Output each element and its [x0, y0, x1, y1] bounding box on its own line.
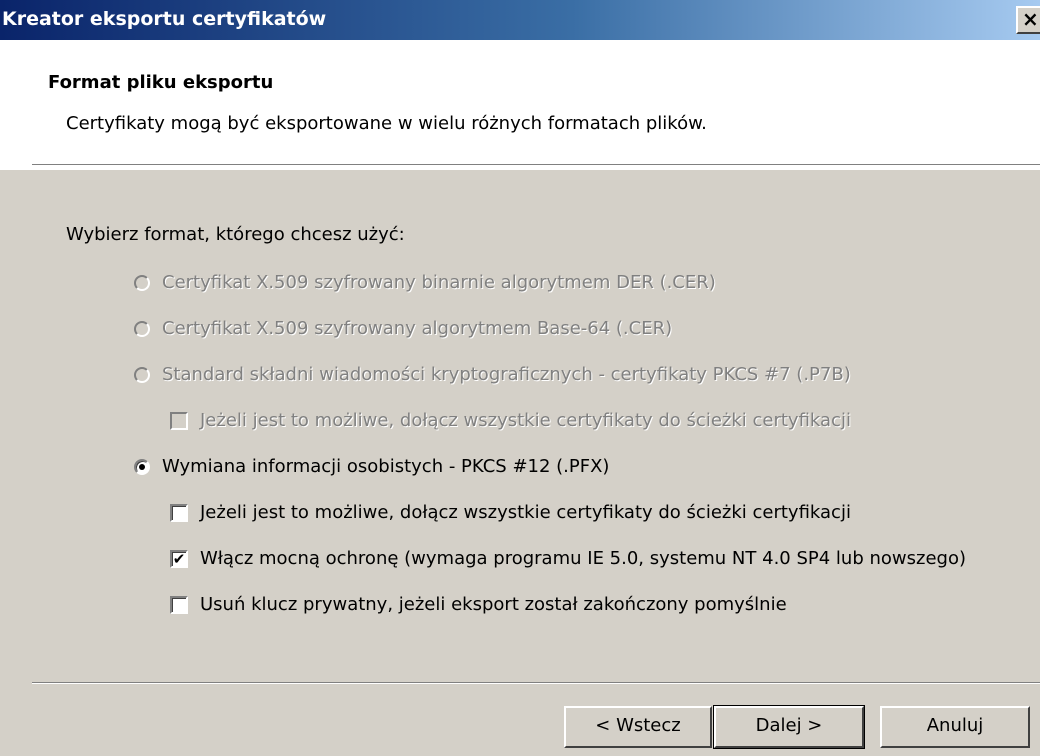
radio-pkcs12-label: Wymiana informacji osobistych - PKCS #12…	[162, 456, 610, 477]
checkbox-pfx-include-chain[interactable]: Jeżeli jest to możliwe, dołącz wszystkie…	[170, 502, 851, 523]
checkbox-checked-icon: ✔	[170, 549, 188, 568]
radio-der[interactable]: Certyfikat X.509 szyfrowany binarnie alg…	[134, 272, 716, 293]
radio-button-selected-icon	[134, 458, 150, 475]
checkbox-pkcs7-include-chain-label: Jeżeli jest to możliwe, dołącz wszystkie…	[200, 410, 851, 431]
page-title: Format pliku eksportu	[48, 72, 274, 93]
footer-divider	[32, 682, 1040, 684]
back-button[interactable]: < Wstecz	[564, 706, 712, 748]
radio-base64-label: Certyfikat X.509 szyfrowany algorytmem B…	[162, 318, 673, 339]
radio-base64[interactable]: Certyfikat X.509 szyfrowany algorytmem B…	[134, 318, 672, 339]
checkbox-icon	[170, 595, 188, 614]
checkbox-strong-protection[interactable]: ✔ Włącz mocną ochronę (wymaga programu I…	[170, 548, 966, 569]
close-icon: ×	[1022, 7, 1039, 31]
checkbox-delete-private-key-label: Usuń klucz prywatny, jeżeli eksport zost…	[200, 594, 787, 615]
radio-button-icon	[134, 320, 150, 337]
close-button[interactable]: ×	[1016, 6, 1040, 34]
cancel-button[interactable]: Anuluj	[880, 706, 1030, 748]
radio-pkcs12[interactable]: Wymiana informacji osobistych - PKCS #12…	[134, 456, 609, 477]
radio-button-icon	[134, 366, 150, 383]
radio-pkcs7-label: Standard składni wiadomości kryptografic…	[162, 364, 851, 385]
checkbox-icon	[170, 411, 188, 430]
format-prompt: Wybierz format, którego chcesz użyć:	[66, 224, 405, 245]
page-subtitle: Certyfikaty mogą być eksportowane w wiel…	[66, 113, 707, 134]
checkbox-pkcs7-include-chain[interactable]: Jeżeli jest to możliwe, dołącz wszystkie…	[170, 410, 851, 431]
radio-button-icon	[134, 274, 150, 291]
next-button[interactable]: Dalej >	[713, 705, 865, 749]
title-bar: Kreator eksportu certyfikatów ×	[0, 0, 1040, 40]
radio-der-label: Certyfikat X.509 szyfrowany binarnie alg…	[162, 272, 716, 293]
header-divider	[32, 164, 1040, 166]
checkbox-strong-protection-label: Włącz mocną ochronę (wymaga programu IE …	[200, 548, 966, 569]
radio-pkcs7[interactable]: Standard składni wiadomości kryptografic…	[134, 364, 851, 385]
checkbox-delete-private-key[interactable]: Usuń klucz prywatny, jeżeli eksport zost…	[170, 594, 787, 615]
checkbox-icon	[170, 503, 188, 522]
window-title: Kreator eksportu certyfikatów	[2, 8, 327, 30]
wizard-header: Format pliku eksportu Certyfikaty mogą b…	[0, 40, 1040, 170]
checkbox-pfx-include-chain-label: Jeżeli jest to możliwe, dołącz wszystkie…	[200, 502, 851, 523]
